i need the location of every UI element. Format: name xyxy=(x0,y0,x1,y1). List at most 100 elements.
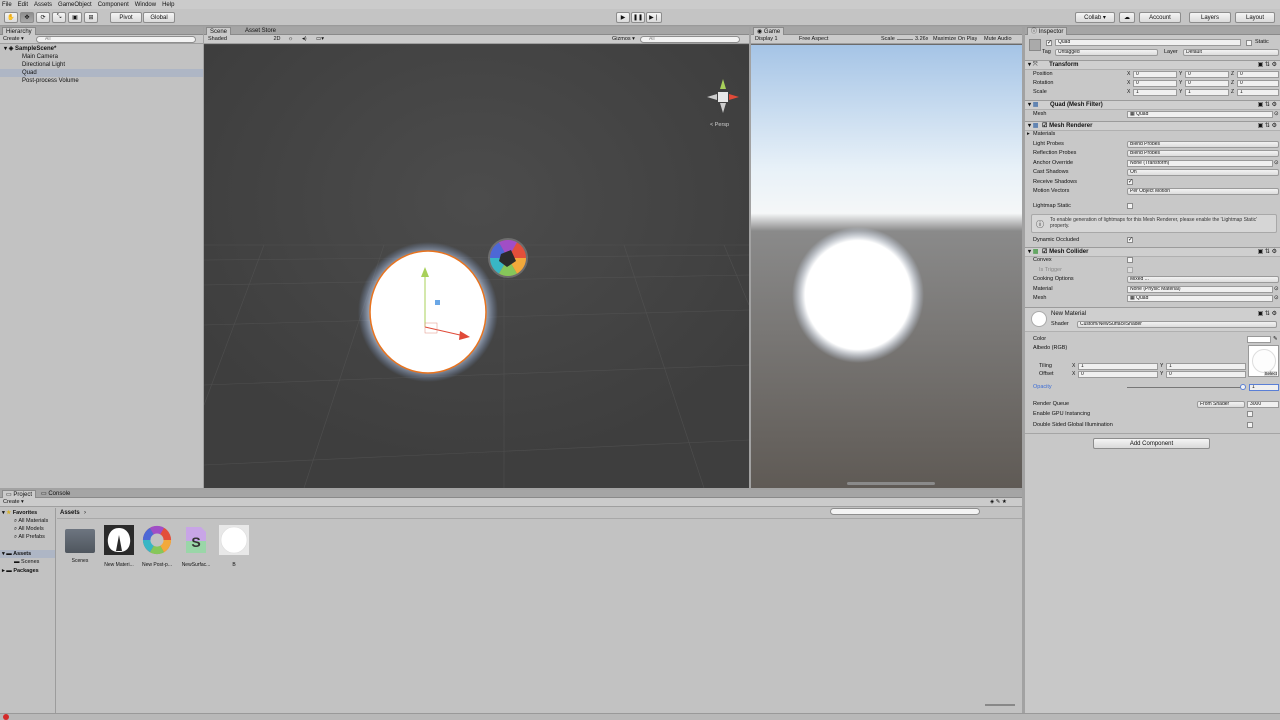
reflection-probes-dropdown[interactable]: Blend Probes xyxy=(1127,150,1279,157)
offset-y-field[interactable]: 0 xyxy=(1166,371,1246,378)
receive-shadows-checkbox[interactable]: ✓ xyxy=(1127,179,1133,185)
display-dropdown[interactable]: Display 1 xyxy=(755,36,795,43)
zoom-slider[interactable] xyxy=(985,704,1015,706)
scene-search-input[interactable]: All xyxy=(640,36,740,43)
render-queue-field[interactable]: 3000 xyxy=(1247,401,1279,408)
hierarchy-item-quad[interactable]: Quad xyxy=(0,69,203,77)
tab-game[interactable]: ◉ Game xyxy=(753,27,785,35)
collider-mesh-field[interactable]: ▦ Quad xyxy=(1127,295,1273,302)
scene-root-item[interactable]: ▾ ◈ SampleScene* xyxy=(0,45,203,53)
mute-audio-toggle[interactable]: Mute Audio xyxy=(984,36,1012,43)
object-picker-icon[interactable]: ⊙ xyxy=(1274,159,1279,168)
quad-object[interactable] xyxy=(369,250,487,374)
collab-dropdown[interactable]: Collab ▾ xyxy=(1075,12,1115,23)
convex-checkbox[interactable] xyxy=(1127,257,1133,263)
menu-help[interactable]: Help xyxy=(162,2,174,8)
object-picker-icon[interactable]: ⊙ xyxy=(1274,294,1279,303)
project-create-button[interactable]: Create ▾ xyxy=(3,499,24,506)
favorite-all-models[interactable]: ⌕ All Models xyxy=(14,525,44,533)
opacity-field[interactable]: 1 xyxy=(1249,384,1279,391)
assets-folder-item[interactable]: ▾ ▬ Assets xyxy=(0,550,55,558)
menu-edit[interactable]: Edit xyxy=(18,2,28,8)
cloud-button[interactable]: ☁ xyxy=(1119,12,1135,23)
anchor-override-field[interactable]: None (Transform) xyxy=(1127,160,1273,167)
layer-dropdown[interactable]: Default xyxy=(1183,49,1279,56)
lightmap-static-checkbox[interactable] xyxy=(1127,203,1133,209)
offset-x-field[interactable]: 0 xyxy=(1078,371,1158,378)
asset-scenes-folder[interactable]: Scenes xyxy=(63,525,97,564)
mesh-collider-enabled[interactable]: ☑ xyxy=(1042,249,1047,255)
position-x-field[interactable]: 0 xyxy=(1133,71,1177,78)
scale-z-field[interactable]: 1 xyxy=(1237,89,1279,96)
light-probes-dropdown[interactable]: Blend Probes xyxy=(1127,141,1279,148)
is-trigger-checkbox[interactable] xyxy=(1127,267,1133,273)
scale-x-field[interactable]: 1 xyxy=(1133,89,1177,96)
aspect-dropdown[interactable]: Free Aspect xyxy=(799,36,875,43)
play-button[interactable]: ▶ xyxy=(616,12,630,23)
gizmos-dropdown[interactable]: Gizmos ▾ xyxy=(612,36,635,43)
global-toggle[interactable]: Global xyxy=(143,12,175,23)
scale-y-field[interactable]: 1 xyxy=(1185,89,1229,96)
collider-material-field[interactable]: None (Physic Material) xyxy=(1127,286,1273,293)
asset-new-material[interactable]: New Materi... xyxy=(102,525,136,568)
opacity-slider-track[interactable] xyxy=(1127,387,1243,388)
maximize-on-play-toggle[interactable]: Maximize On Play xyxy=(933,36,977,43)
active-checkbox[interactable]: ✓ xyxy=(1046,40,1052,46)
game-viewport[interactable] xyxy=(751,45,1022,488)
rotation-x-field[interactable]: 0 xyxy=(1133,80,1177,87)
component-menu-icon[interactable]: ▣ ⇅ ⚙ xyxy=(1258,61,1277,70)
hierarchy-item-directional-light[interactable]: Directional Light xyxy=(0,61,203,69)
move-tool-button[interactable]: ✥ xyxy=(20,12,34,23)
account-dropdown[interactable]: Account xyxy=(1139,12,1181,23)
hierarchy-create-button[interactable]: Create ▾ xyxy=(3,36,24,43)
scale-tool-button[interactable]: ⤡ xyxy=(52,12,66,23)
hierarchy-item-post-process-volume[interactable]: Post-process Volume xyxy=(0,77,203,85)
tab-console[interactable]: ▭ Console xyxy=(38,490,73,498)
menu-gameobject[interactable]: GameObject xyxy=(58,2,92,8)
filter-icons[interactable]: ◈ ✎ ★ xyxy=(990,499,1007,506)
asset-new-post-process[interactable]: New Post-p... xyxy=(140,525,174,568)
component-menu-icon[interactable]: ▣ ⇅ ⚙ xyxy=(1258,101,1277,110)
mesh-renderer-enabled[interactable]: ☑ xyxy=(1042,123,1047,129)
lighting-toggle[interactable]: ☼ xyxy=(288,36,293,43)
mesh-filter-mesh-field[interactable]: ▦ Quad xyxy=(1127,111,1273,118)
double-sided-gi-checkbox[interactable] xyxy=(1247,422,1253,428)
tab-hierarchy[interactable]: Hierarchy xyxy=(2,27,36,35)
mesh-filter-header[interactable]: ▾ ▦ Quad (Mesh Filter) ▣ ⇅ ⚙ xyxy=(1025,100,1280,110)
layout-dropdown[interactable]: Layout xyxy=(1235,12,1275,23)
pivot-toggle[interactable]: Pivot xyxy=(110,12,142,23)
pause-button[interactable]: ❚❚ xyxy=(631,12,645,23)
mode-2d-toggle[interactable]: 2D xyxy=(270,36,284,43)
opacity-slider-thumb[interactable] xyxy=(1240,384,1246,390)
eyedropper-icon[interactable]: ✎ xyxy=(1273,335,1278,344)
packages-folder-item[interactable]: ▸ ▬ Packages xyxy=(2,567,39,575)
tab-project[interactable]: ▭ Project xyxy=(2,490,37,498)
menu-window[interactable]: Window xyxy=(135,2,156,8)
scale-slider[interactable] xyxy=(897,39,913,40)
motion-vectors-dropdown[interactable]: Per Object Motion xyxy=(1127,188,1279,195)
asset-b-texture[interactable]: B xyxy=(217,525,251,568)
layers-dropdown[interactable]: Layers xyxy=(1189,12,1231,23)
color-swatch[interactable] xyxy=(1247,336,1271,343)
breadcrumb-assets[interactable]: Assets xyxy=(60,510,80,516)
object-picker-icon[interactable]: ⊙ xyxy=(1274,285,1279,294)
menu-file[interactable]: File xyxy=(2,2,12,8)
rotation-y-field[interactable]: 0 xyxy=(1185,80,1229,87)
rect-tool-button[interactable]: ▣ xyxy=(68,12,82,23)
position-y-field[interactable]: 0 xyxy=(1185,71,1229,78)
tab-scene[interactable]: Scene xyxy=(206,27,232,35)
hierarchy-search-input[interactable]: All xyxy=(36,36,196,43)
tag-dropdown[interactable]: Untagged xyxy=(1055,49,1158,56)
favorite-all-materials[interactable]: ⌕ All Materials xyxy=(14,517,48,525)
object-picker-icon[interactable]: ⊙ xyxy=(1274,110,1279,119)
dynamic-occluded-checkbox[interactable]: ✓ xyxy=(1127,237,1133,243)
asset-new-surface-shader[interactable]: S NewSurfac... xyxy=(179,525,213,568)
game-scrollbar[interactable] xyxy=(847,482,935,485)
transform-header[interactable]: ▾ ⤧ Transform ▣ ⇅ ⚙ xyxy=(1025,60,1280,70)
hierarchy-item-main-camera[interactable]: Main Camera xyxy=(0,53,203,61)
cast-shadows-dropdown[interactable]: On xyxy=(1127,169,1279,176)
static-checkbox[interactable] xyxy=(1246,40,1252,46)
menu-component[interactable]: Component xyxy=(98,2,129,8)
z-axis-handle[interactable] xyxy=(435,300,440,305)
position-z-field[interactable]: 0 xyxy=(1237,71,1279,78)
